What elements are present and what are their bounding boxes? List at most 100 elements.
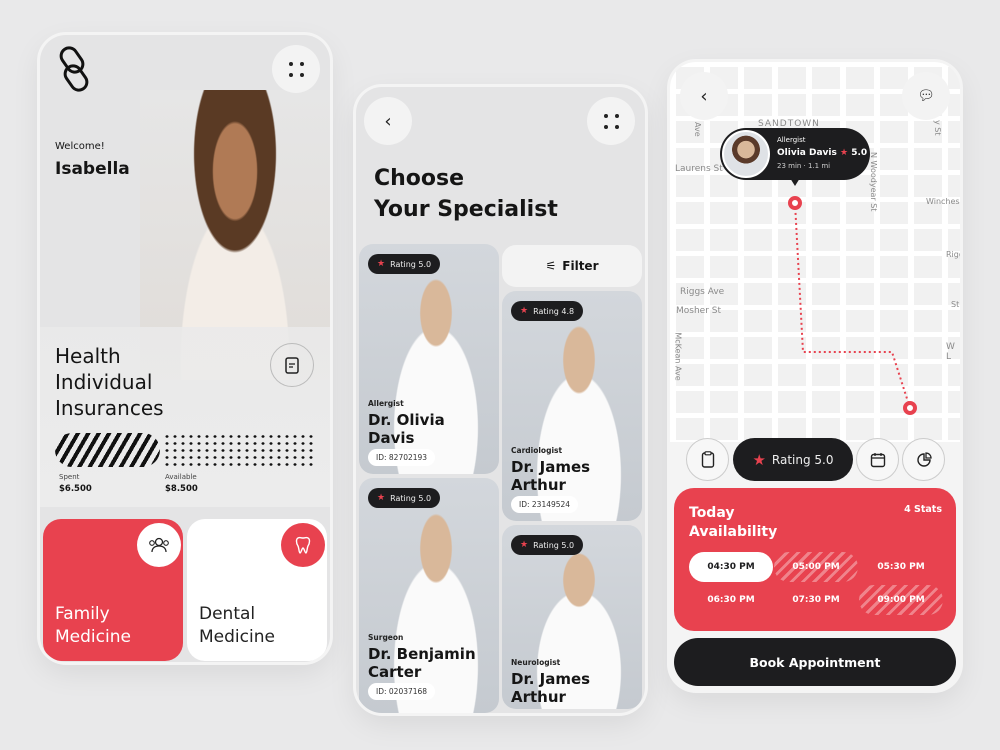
star-icon: ★: [520, 540, 529, 550]
route-line: [794, 202, 911, 409]
star-icon: ★: [520, 306, 529, 316]
title-line: Insurances: [55, 396, 164, 420]
popup-pointer: [790, 178, 800, 186]
insurance-card[interactable]: Health Individual Insurances Spent $6.50…: [40, 327, 330, 507]
doctor-name: Dr. Olivia Davis: [368, 411, 445, 447]
tile-line: Medicine: [199, 627, 275, 647]
star-icon: ★: [377, 259, 386, 269]
title-line: Your Specialist: [374, 197, 558, 222]
doctor-name: Dr. James Arthur: [511, 458, 590, 494]
chart-button[interactable]: [902, 438, 945, 481]
chat-bubble-icon: 💬︎: [917, 88, 935, 104]
popup-rating: 5.0: [851, 148, 868, 158]
clipboard-icon: [701, 451, 714, 468]
rating-badge: ★ Rating 5.0: [511, 535, 584, 555]
clipboard-icon: [285, 357, 299, 374]
available-bar: [163, 433, 313, 467]
time-slot[interactable]: 06:30 PM: [689, 585, 773, 615]
book-appointment-button[interactable]: Book Appointment: [674, 638, 956, 686]
doctor-specialty: Cardiologist: [511, 446, 563, 455]
map[interactable]: SANDTOWN Laurens St Riggs Ave Mosher St …: [670, 62, 960, 442]
tile-family-medicine[interactable]: Family Medicine: [43, 519, 183, 661]
menu-icon: [288, 61, 304, 77]
clipboard-button[interactable]: [270, 343, 314, 387]
user-name: Isabella: [55, 159, 130, 179]
tile-line: Family: [55, 604, 110, 624]
menu-button[interactable]: [587, 97, 635, 145]
time-slot[interactable]: 04:30 PM: [689, 552, 773, 582]
doctor-card[interactable]: ★ Rating 5.0 Surgeon Dr. Benjamin Carter I…: [359, 478, 499, 713]
availability-card: Today Availability 4 Stats 04:30 PM 05:00…: [674, 488, 956, 631]
spent-bar: [55, 433, 160, 467]
time-slot[interactable]: 07:30 PM: [774, 585, 858, 615]
time-slot[interactable]: 05:30 PM: [859, 552, 943, 582]
star-icon: ★: [839, 148, 849, 158]
tile-label: Family Medicine: [55, 603, 131, 649]
doctor-card[interactable]: ★ Rating 4.8 Cardiologist Dr. James Arthur…: [502, 291, 642, 521]
available-value: $8.500: [165, 484, 198, 494]
stats-label: 4 Stats: [904, 504, 942, 515]
pill-logo-icon: [59, 46, 89, 92]
back-button[interactable]: ‹: [364, 97, 412, 145]
filter-button[interactable]: ⚟ Filter: [502, 245, 642, 287]
doctor-card[interactable]: ★ Rating 5.0 Allergist Dr. Olivia Davis ID…: [359, 244, 499, 474]
name-line: Dr. Olivia: [368, 411, 445, 429]
filter-label: Filter: [562, 259, 599, 273]
doctor-card[interactable]: ★ Rating 5.0 Neurologist Dr. James Arthur: [502, 525, 642, 709]
rating-badge: ★ Rating 5.0: [368, 488, 441, 508]
tile-line: Medicine: [55, 627, 131, 647]
page-title: Choose Your Specialist: [374, 163, 558, 225]
tile-line: Dental: [199, 604, 256, 624]
title-line: Health: [55, 344, 121, 368]
time-slot: 09:00 PM: [859, 585, 943, 615]
rating-chip[interactable]: ★ Rating 5.0: [733, 438, 853, 481]
clipboard-button[interactable]: [686, 438, 729, 481]
spent-label: Spent: [59, 473, 80, 481]
chat-button[interactable]: 💬︎: [902, 72, 950, 120]
title-line: Individual: [55, 370, 153, 394]
doctor-id: ID: 02037168: [368, 683, 436, 700]
name-line: Dr. James: [511, 458, 591, 476]
pie-chart-icon: [916, 451, 932, 467]
doctor-specialty: Surgeon: [368, 633, 404, 642]
back-button[interactable]: ‹: [680, 72, 728, 120]
welcome-text: Welcome!: [55, 141, 105, 152]
tile-dental-medicine[interactable]: Dental Medicine: [187, 519, 327, 661]
popup-name: Olivia Davis: [777, 148, 837, 158]
doctor-map-popup[interactable]: Allergist Olivia Davis ★ 5.0 23 min · 1.…: [720, 128, 870, 186]
name-line: Dr. James: [511, 670, 591, 688]
chevron-left-icon: ‹: [700, 85, 708, 107]
rating-text: Rating 5.0: [533, 540, 575, 550]
doctor-id: ID: 82702193: [368, 449, 436, 466]
title-line: Availability: [689, 524, 778, 540]
booking-screen: SANDTOWN Laurens St Riggs Ave Mosher St …: [670, 62, 960, 690]
rating-badge: ★ Rating 5.0: [368, 254, 441, 274]
rating-badge: ★ Rating 4.8: [511, 301, 584, 321]
tile-label: Dental Medicine: [199, 603, 275, 649]
origin-pin: [788, 196, 802, 210]
menu-button[interactable]: [272, 45, 320, 93]
users-icon: [137, 523, 181, 567]
sliders-icon: ⚟: [545, 259, 557, 273]
title-line: Choose: [374, 166, 465, 191]
name-line: Arthur: [511, 476, 566, 494]
star-icon: ★: [752, 450, 766, 469]
name-line: Arthur: [511, 688, 566, 706]
menu-icon: [603, 113, 619, 129]
tooth-icon: [281, 523, 325, 567]
doctor-name: Dr. James Arthur: [511, 670, 590, 706]
title-line: Today: [689, 505, 735, 521]
popup-specialty: Allergist: [777, 136, 806, 144]
popup-eta: 23 min · 1.1 mi: [777, 162, 831, 170]
calendar-button[interactable]: [856, 438, 899, 481]
calendar-icon: [870, 452, 885, 467]
rating-text: Rating 5.0: [390, 493, 432, 503]
available-label: Available: [165, 473, 197, 481]
star-icon: ★: [377, 493, 386, 503]
chevron-left-icon: ‹: [384, 110, 392, 132]
doctor-specialty: Allergist: [368, 399, 404, 408]
name-line: Davis: [368, 429, 415, 447]
doctor-specialty: Neurologist: [511, 658, 561, 667]
popup-name-row: Olivia Davis ★ 5.0: [777, 148, 867, 158]
rating-chip-label: Rating 5.0: [771, 452, 834, 467]
